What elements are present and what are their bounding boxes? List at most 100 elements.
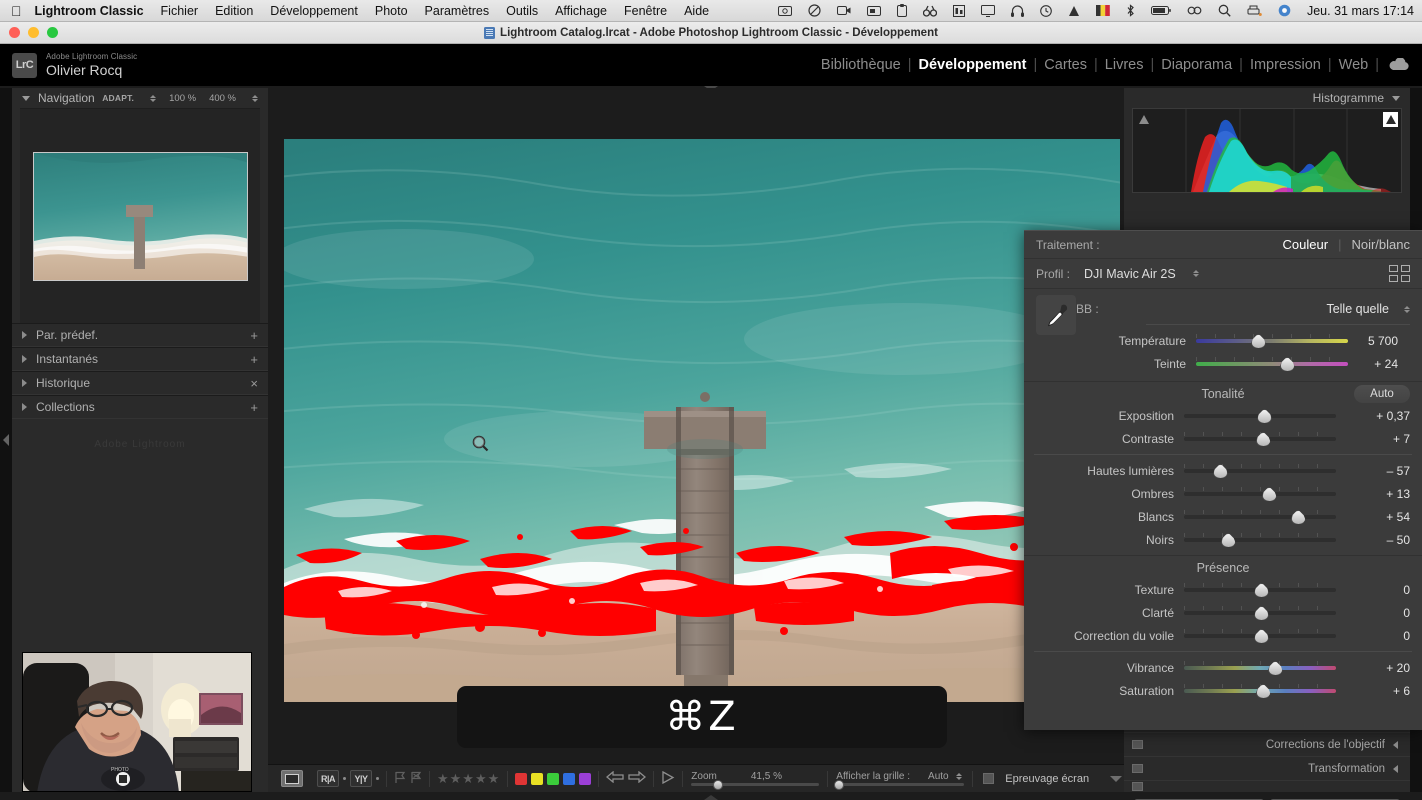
- slider-track-dehaze[interactable]: [1184, 628, 1336, 644]
- filmstrip-collapse-arrow[interactable]: [704, 795, 718, 800]
- module-impression[interactable]: Impression: [1243, 57, 1328, 73]
- sidebar-item-snapshots[interactable]: Instantanés +: [12, 347, 268, 371]
- navigator-header[interactable]: Navigation ADAPT. 100 % 400 %: [12, 88, 268, 108]
- slider-highlights[interactable]: Hautes lumières – 57: [1024, 459, 1422, 482]
- grid-stepper-icon[interactable]: [955, 773, 962, 780]
- histogram-header[interactable]: Histogramme: [1124, 88, 1410, 108]
- before-after-yy-menu-dot[interactable]: [376, 777, 379, 780]
- navigator-preview[interactable]: [20, 108, 260, 323]
- module-cartes[interactable]: Cartes: [1037, 57, 1094, 73]
- grid-value[interactable]: Auto: [928, 771, 949, 782]
- sidebar-item-collections[interactable]: Collections +: [12, 395, 268, 419]
- slider-value-texture[interactable]: 0: [1336, 583, 1410, 597]
- loupe-view-icon[interactable]: [281, 770, 303, 787]
- slider-dehaze[interactable]: Correction du voile 0: [1024, 624, 1422, 647]
- slider-value-exposure[interactable]: + 0,37: [1336, 409, 1410, 423]
- before-after-ra-menu-dot[interactable]: [343, 777, 346, 780]
- previous-photo-icon[interactable]: [606, 770, 624, 786]
- menu-affichage[interactable]: Affichage: [555, 4, 607, 18]
- menu-parametres[interactable]: Paramètres: [425, 4, 490, 18]
- headphones-icon[interactable]: [1010, 4, 1024, 17]
- binoculars-icon[interactable]: [922, 5, 937, 17]
- add-preset-icon[interactable]: +: [250, 329, 258, 342]
- camera-transfer-icon[interactable]: [866, 5, 881, 17]
- zoom-slider-group[interactable]: Zoom 41,5 %: [683, 771, 827, 790]
- slider-track-whites[interactable]: [1184, 509, 1336, 525]
- slider-value-clarity[interactable]: 0: [1336, 606, 1410, 620]
- slider-track-temperature[interactable]: [1196, 333, 1348, 349]
- auto-tone-button[interactable]: Auto: [1354, 385, 1410, 403]
- before-after-left-right-icon[interactable]: R|A: [317, 770, 339, 787]
- grid-overlay-group[interactable]: Afficher la grille : Auto: [828, 771, 972, 790]
- zoom-slider-knob[interactable]: [713, 779, 724, 790]
- add-snapshot-icon[interactable]: +: [250, 353, 258, 366]
- cloud-icon[interactable]: [1379, 58, 1410, 72]
- zoom-slider-track[interactable]: [691, 779, 820, 790]
- menu-fichier[interactable]: Fichier: [161, 4, 199, 18]
- slider-knob-exposure[interactable]: [1257, 408, 1273, 424]
- slider-track-blacks[interactable]: [1184, 532, 1336, 548]
- slider-value-contrast[interactable]: + 7: [1336, 432, 1410, 446]
- screenshot-icon[interactable]: [777, 5, 792, 17]
- module-developpement[interactable]: Développement: [912, 57, 1034, 73]
- menu-edition[interactable]: Edition: [215, 4, 253, 18]
- slider-value-dehaze[interactable]: 0: [1336, 629, 1410, 643]
- grid-size-slider-knob[interactable]: [834, 779, 845, 790]
- slider-exposure[interactable]: Exposition + 0,37: [1024, 404, 1422, 427]
- softproof-checkbox[interactable]: [983, 773, 995, 784]
- effects-panel-switch[interactable]: [1132, 782, 1143, 791]
- highlight-clipping-indicator[interactable]: [1383, 112, 1398, 127]
- slider-track-vibrance[interactable]: [1184, 660, 1336, 676]
- slider-value-tint[interactable]: + 24: [1348, 357, 1398, 371]
- slider-value-temperature[interactable]: 5 700: [1348, 334, 1398, 348]
- slider-track-exposure[interactable]: [1184, 408, 1336, 424]
- panel-section-lens-corrections[interactable]: Corrections de l'objectif: [1124, 732, 1410, 756]
- color-label-red[interactable]: [515, 772, 528, 785]
- clear-history-icon[interactable]: ×: [250, 377, 258, 390]
- navigator-fit-option[interactable]: ADAPT.: [102, 93, 134, 103]
- slider-track-shadows[interactable]: [1184, 486, 1336, 502]
- display-icon[interactable]: [980, 4, 995, 17]
- slider-shadows[interactable]: Ombres + 13: [1024, 482, 1422, 505]
- panel-section-transform[interactable]: Transformation: [1124, 756, 1410, 780]
- profile-browser-icon[interactable]: [1389, 265, 1410, 282]
- sidebar-item-history[interactable]: Historique ×: [12, 371, 268, 395]
- slider-texture[interactable]: Texture 0: [1024, 578, 1422, 601]
- screen-record-icon[interactable]: [836, 5, 851, 16]
- slider-track-contrast[interactable]: [1184, 431, 1336, 447]
- color-label-green[interactable]: [547, 772, 560, 785]
- grid-size-slider-track[interactable]: [834, 779, 965, 790]
- panel-section-partial[interactable]: [1124, 780, 1410, 792]
- bluetooth-icon[interactable]: [1126, 4, 1135, 17]
- vpn-icon[interactable]: [1068, 5, 1080, 17]
- treatment-bw-option[interactable]: Noir/blanc: [1351, 237, 1410, 252]
- flag-pick-icon[interactable]: [394, 771, 406, 787]
- wb-value[interactable]: Telle quelle: [1326, 302, 1389, 316]
- clipboard-icon[interactable]: [896, 4, 907, 17]
- shadow-clipping-indicator[interactable]: [1136, 112, 1151, 127]
- treatment-color-option[interactable]: Couleur: [1283, 237, 1329, 252]
- impromptu-slideshow-icon[interactable]: [661, 770, 675, 787]
- slider-track-texture[interactable]: [1184, 582, 1336, 598]
- add-collection-icon[interactable]: +: [250, 401, 258, 414]
- slider-track-tint[interactable]: [1196, 356, 1348, 372]
- slider-track-clarity[interactable]: [1184, 605, 1336, 621]
- sidebar-item-presets[interactable]: Par. prédef. +: [12, 323, 268, 347]
- module-livres[interactable]: Livres: [1098, 57, 1151, 73]
- profile-stepper-icon[interactable]: [1192, 270, 1199, 277]
- histogram-chart[interactable]: [1132, 108, 1402, 193]
- profile-value[interactable]: DJI Mavic Air 2S: [1084, 267, 1176, 281]
- printer-icon[interactable]: [1247, 5, 1262, 17]
- colorsync-icon[interactable]: [1278, 4, 1291, 17]
- softproof-group[interactable]: Epreuvage écran: [973, 773, 1096, 785]
- star-rating-icons[interactable]: ★★★★★: [437, 771, 500, 787]
- color-label-yellow[interactable]: [531, 772, 544, 785]
- navigator-zoom-stepper-icon[interactable]: [252, 94, 258, 102]
- module-diaporama[interactable]: Diaporama: [1154, 57, 1239, 73]
- loupe-view[interactable]: [268, 88, 1136, 752]
- do-not-disturb-icon[interactable]: [808, 4, 821, 17]
- before-after-split-icon[interactable]: Y|Y: [350, 770, 372, 787]
- slider-value-vibrance[interactable]: + 20: [1336, 661, 1410, 675]
- battery-icon[interactable]: [1150, 5, 1171, 16]
- photo-canvas[interactable]: [284, 138, 1120, 702]
